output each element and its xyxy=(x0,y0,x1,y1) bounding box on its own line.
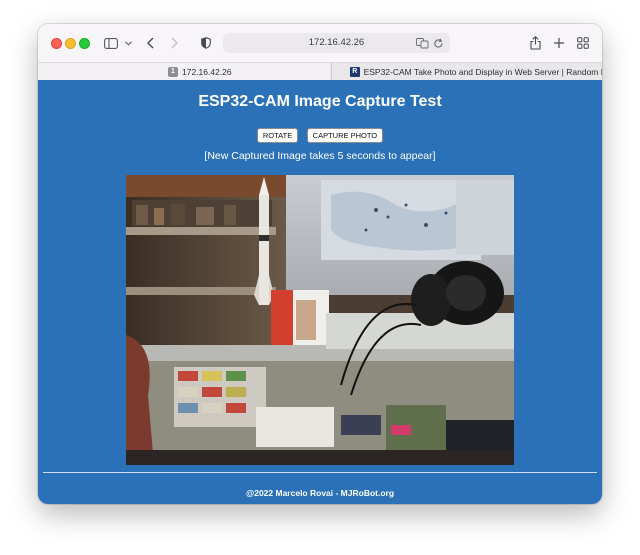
forward-icon[interactable] xyxy=(168,34,180,52)
address-text: 172.16.42.26 xyxy=(308,37,365,48)
browser-window: 172.16.42.26 G 1 172.16.42.26 xyxy=(38,24,602,504)
new-tab-icon[interactable] xyxy=(552,34,566,52)
page-title: ESP32-CAM Image Capture Test xyxy=(198,93,442,110)
chevron-down-icon[interactable] xyxy=(123,34,133,52)
rotate-button[interactable]: ROTATE xyxy=(256,128,299,143)
zoom-window-button[interactable] xyxy=(79,38,90,49)
sidebar-toggle-icon[interactable] xyxy=(103,34,119,52)
tab-favicon: 1 xyxy=(168,67,178,77)
privacy-shield-icon[interactable] xyxy=(200,34,212,52)
captured-photo xyxy=(126,175,514,465)
minimize-window-button[interactable] xyxy=(65,38,76,49)
back-icon[interactable] xyxy=(144,34,156,52)
tab-label: ESP32-CAM Take Photo and Display in Web … xyxy=(363,67,602,77)
close-window-button[interactable] xyxy=(51,38,62,49)
page-footer: @2022 Marcelo Rovai - MJRoBot.org xyxy=(245,488,395,498)
tab-bar: G 1 172.16.42.26 R ESP32-CAM Take Photo … xyxy=(38,62,602,82)
tab-172-16-42-26[interactable]: 1 172.16.42.26 xyxy=(38,63,330,81)
button-row: ROTATE CAPTURE PHOTO xyxy=(38,125,602,143)
reload-icon[interactable] xyxy=(433,37,444,57)
share-icon[interactable] xyxy=(528,34,542,52)
tab-esp32-cam-article[interactable]: R ESP32-CAM Take Photo and Display in We… xyxy=(331,63,602,81)
capture-note: [New Captured Image takes 5 seconds to a… xyxy=(204,150,436,162)
footer-divider xyxy=(43,472,597,473)
translate-icon[interactable] xyxy=(416,37,429,57)
tab-overview-icon[interactable] xyxy=(576,34,590,52)
capture-photo-button[interactable]: CAPTURE PHOTO xyxy=(306,128,384,143)
address-bar[interactable]: 172.16.42.26 xyxy=(223,33,450,53)
tab-label: 172.16.42.26 xyxy=(182,67,232,77)
page-content: ESP32-CAM Image Capture Test ROTATE CAPT… xyxy=(38,80,602,504)
tab-favicon: R xyxy=(350,67,360,77)
browser-toolbar: 172.16.42.26 xyxy=(38,24,602,62)
